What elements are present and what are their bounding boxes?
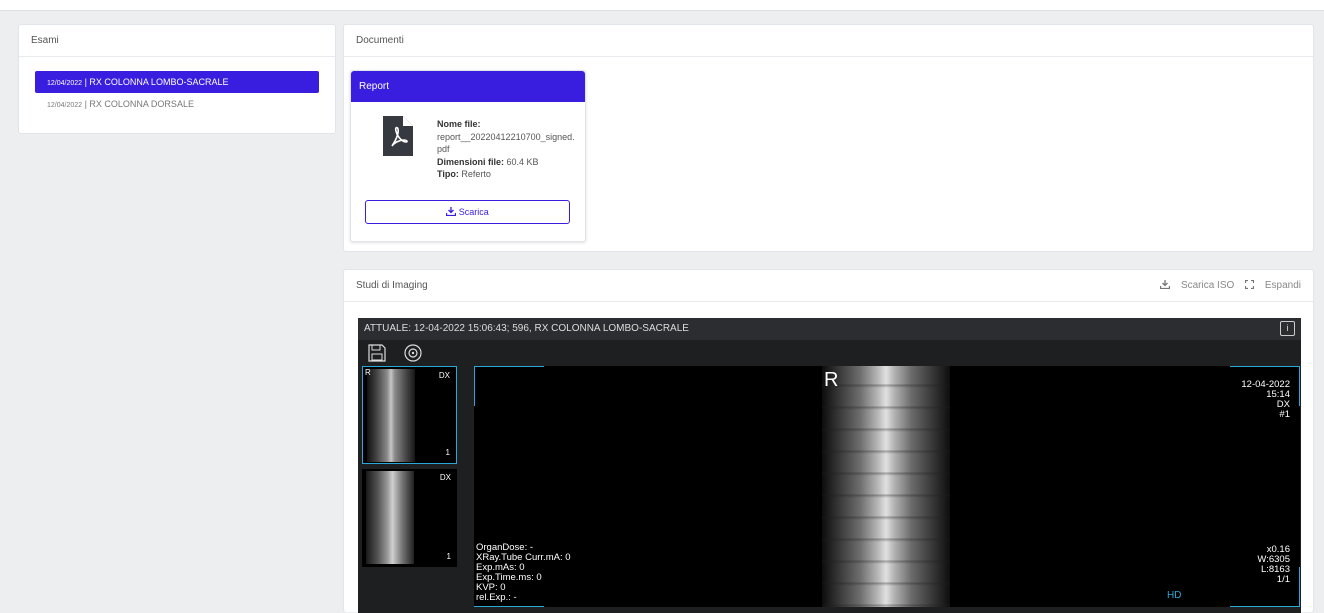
documents-title: Documenti bbox=[344, 25, 1313, 57]
viewport-corner bbox=[474, 366, 475, 406]
exam-item-lombo-sacrale[interactable]: 12/04/2022 | RX COLONNA LOMBO-SACRALE bbox=[35, 71, 319, 93]
disc-icon[interactable] bbox=[404, 344, 423, 362]
imaging-actions: Scarica ISO Espandi bbox=[1152, 270, 1301, 302]
file-name: report__20220412210700_signed.pdf bbox=[437, 131, 575, 155]
file-type: Referto bbox=[461, 169, 491, 179]
exam-label: RX COLONNA LOMBO-SACRALE bbox=[89, 77, 229, 87]
hd-toggle[interactable]: HD bbox=[1167, 590, 1181, 601]
exams-panel: Esami 12/04/2022 | RX COLONNA LOMBO-SACR… bbox=[18, 24, 336, 134]
viewer-toolbar bbox=[368, 344, 436, 364]
series-thumbnail-1[interactable]: R DX 1 bbox=[362, 366, 457, 464]
exam-date: 12/04/2022 bbox=[47, 102, 83, 109]
thumb-count: 1 bbox=[445, 448, 450, 457]
download-iso-button[interactable]: Scarica ISO bbox=[1160, 280, 1237, 291]
file-type-label: Tipo: bbox=[437, 169, 459, 179]
download-icon bbox=[1160, 280, 1171, 290]
expand-icon bbox=[1244, 279, 1255, 290]
documents-panel: Documenti Report Nome file: report__2022… bbox=[343, 24, 1314, 252]
download-report-button[interactable]: Scarica bbox=[365, 200, 570, 224]
download-iso-label: Scarica ISO bbox=[1180, 280, 1235, 291]
bottom-right-overlay: x0.16 W:6305 L:8163 1/1 bbox=[1257, 545, 1290, 585]
frame-counter: 1/1 bbox=[1276, 574, 1290, 585]
download-label: Scarica bbox=[458, 207, 489, 217]
relative-exposure: rel.Exp.: - bbox=[476, 592, 517, 603]
file-name-label: Nome file: bbox=[437, 119, 481, 129]
viewport-corner bbox=[474, 606, 544, 607]
thumb-view: DX bbox=[439, 473, 451, 482]
expand-button[interactable]: Espandi bbox=[1244, 279, 1301, 291]
thumb-orientation-mark: R bbox=[365, 368, 371, 377]
thumb-view: DX bbox=[438, 371, 450, 380]
viewer-header: ATTUALE: 12-04-2022 15:06:43; 596, RX CO… bbox=[358, 318, 1301, 340]
exam-separator: | bbox=[84, 99, 87, 109]
info-button[interactable]: i bbox=[1280, 321, 1295, 336]
xray-thumbnail-image bbox=[366, 471, 414, 564]
file-size-label: Dimensioni file: bbox=[437, 156, 505, 167]
expand-label: Espandi bbox=[1264, 280, 1301, 291]
xray-main-image bbox=[822, 366, 950, 607]
thumb-count: 1 bbox=[446, 552, 451, 561]
file-pdf-icon bbox=[383, 116, 413, 156]
viewport-corner bbox=[1230, 606, 1300, 607]
top-bar bbox=[0, 0, 1324, 11]
exam-label: RX COLONNA DORSALE bbox=[89, 99, 194, 109]
exam-item-dorsale[interactable]: 12/04/2022 | RX COLONNA DORSALE bbox=[35, 93, 319, 115]
viewport-corner bbox=[1230, 366, 1300, 367]
report-card: Report Nome file: report__20220412210700… bbox=[350, 70, 586, 242]
xray-thumbnail-image bbox=[367, 369, 415, 462]
image-number: #1 bbox=[1279, 409, 1290, 420]
dicom-viewer: ATTUALE: 12-04-2022 15:06:43; 596, RX CO… bbox=[358, 318, 1301, 613]
file-info: Nome file: report__20220412210700_signed… bbox=[437, 118, 577, 181]
viewport-corner bbox=[1299, 366, 1300, 406]
report-header: Report bbox=[351, 71, 585, 102]
image-viewport[interactable]: R 12-04-2022 15:14 DX #1 OrganDose: - XR… bbox=[474, 366, 1300, 607]
download-icon bbox=[446, 207, 457, 217]
save-zip-icon[interactable] bbox=[368, 344, 386, 362]
exam-date: 12/04/2022 bbox=[47, 80, 83, 87]
orientation-mark: R bbox=[824, 369, 839, 391]
top-right-overlay: 12-04-2022 15:14 DX #1 bbox=[1241, 380, 1290, 420]
series-thumbnail-2[interactable]: DX 1 bbox=[362, 469, 457, 567]
exams-title: Esami bbox=[19, 25, 335, 57]
viewport-corner bbox=[1299, 567, 1300, 607]
exam-separator: | bbox=[84, 77, 87, 87]
file-size: 60.4 KB bbox=[506, 156, 539, 167]
bottom-left-overlay: OrganDose: - XRay.Tube Curr.mA: 0 Exp.mA… bbox=[476, 543, 571, 603]
viewport-corner bbox=[474, 366, 544, 367]
imaging-panel: Studi di Imaging Scarica ISO Espandi ATT… bbox=[343, 269, 1314, 613]
